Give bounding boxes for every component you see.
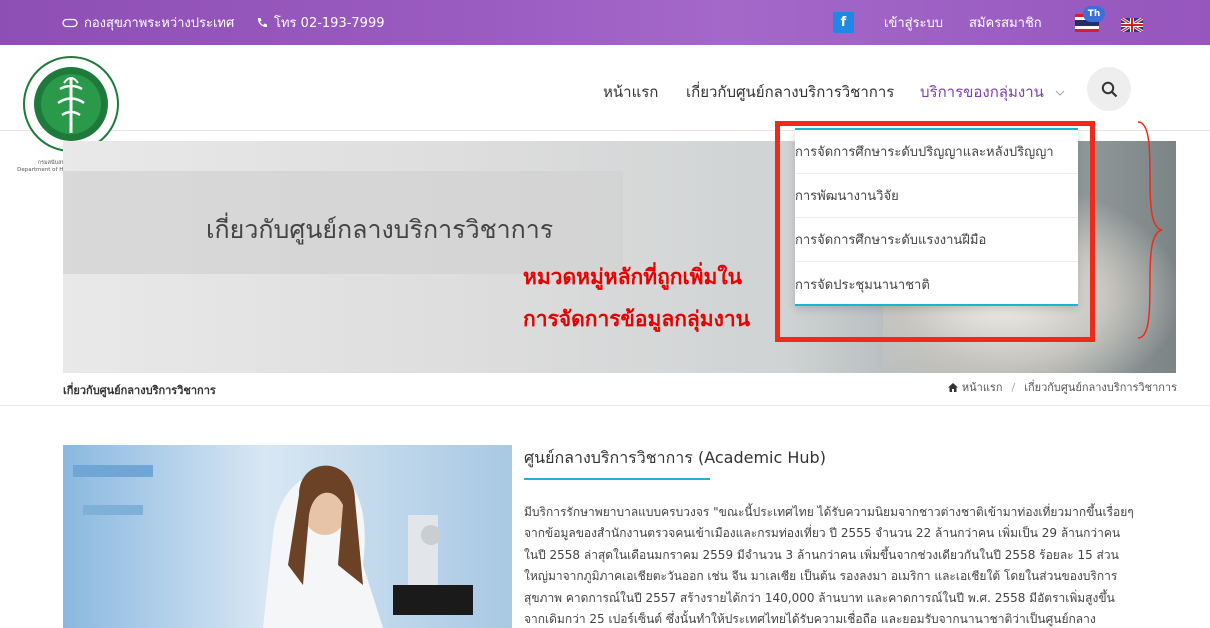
thai-flag-icon[interactable]: Th bbox=[1075, 6, 1105, 32]
top-bar: กองสุขภาพระหว่างประเทศ โทร 02-193-7999 f… bbox=[0, 0, 1210, 45]
home-icon bbox=[62, 18, 78, 27]
annotation-brace bbox=[1137, 121, 1163, 339]
facebook-icon[interactable]: f bbox=[833, 12, 854, 33]
page-heading: เกี่ยวกับศูนย์กลางบริการวิชาการ bbox=[63, 384, 216, 397]
hero-title: เกี่ยวกับศูนย์กลางบริการวิชาการ bbox=[206, 215, 554, 244]
uk-flag-icon[interactable] bbox=[1120, 16, 1144, 34]
phone-number: โทร 02-193-7999 bbox=[274, 16, 385, 31]
section-title: ศูนย์กลางบริการวิชาการ (Academic Hub) bbox=[524, 448, 826, 467]
phone-icon bbox=[257, 17, 267, 27]
body-line: ใหญ่มาจากภูมิภาคเอเชียตะวันออก เช่น จีน … bbox=[524, 569, 1118, 584]
search-button[interactable] bbox=[1087, 67, 1131, 111]
breadcrumb-home[interactable]: หน้าแรก bbox=[962, 378, 1003, 396]
section-underline bbox=[524, 478, 710, 480]
breadcrumb-separator: / bbox=[1011, 380, 1016, 394]
login-link[interactable]: เข้าสู่ระบบ bbox=[884, 0, 943, 45]
body-line: ในปี 2558 ล่าสุดในเดือนมกราคม 2559 มีจำน… bbox=[524, 547, 1119, 562]
lang-badge: Th bbox=[1083, 6, 1105, 22]
divider bbox=[0, 405, 1210, 406]
home-icon bbox=[947, 382, 958, 392]
phone-info: โทร 02-193-7999 bbox=[256, 0, 385, 45]
breadcrumb-current: เกี่ยวกับศูนย์กลางบริการวิชาการ bbox=[1024, 381, 1177, 394]
body-line: สุขภาพ คาดการณ์ในปี 2557 สร้างรายได้กว่า… bbox=[524, 590, 1115, 605]
org-name: กองสุขภาพระหว่างประเทศ bbox=[84, 16, 235, 31]
chevron-down-icon bbox=[1055, 90, 1065, 96]
annotation-line-1: หมวดหมู่หลักที่ถูกเพิ่มใน bbox=[523, 265, 742, 289]
nav-services-label: บริการของกลุ่มงาน bbox=[920, 83, 1044, 101]
annotation-highlight-box bbox=[775, 121, 1095, 342]
body-line: มีบริการรักษาพยาบาลแบบครบวงจร "ขณะนี้ประ… bbox=[524, 505, 1134, 519]
section-body: มีบริการรักษาพยาบาลแบบครบวงจร "ขณะนี้ประ… bbox=[524, 502, 1196, 628]
org-link[interactable]: กองสุขภาพระหว่างประเทศ bbox=[62, 0, 234, 45]
search-icon bbox=[1101, 81, 1117, 97]
nav-about[interactable]: เกี่ยวกับศูนย์กลางบริการวิชาการ bbox=[686, 80, 894, 104]
annotation-line-2: การจัดการข้อมูลกลุ่มงาน bbox=[523, 307, 751, 331]
scientist-photo bbox=[63, 445, 512, 628]
body-line: จากข้อมูลของสำนักงานตรวจคนเข้าเมืองและกร… bbox=[524, 526, 1121, 541]
nav-home[interactable]: หน้าแรก bbox=[603, 80, 658, 104]
breadcrumb: หน้าแรก / เกี่ยวกับศูนย์กลางบริการวิชากา… bbox=[947, 378, 1177, 396]
nav-services[interactable]: บริการของกลุ่มงาน bbox=[920, 80, 1065, 104]
register-link[interactable]: สมัครสมาชิก bbox=[969, 0, 1042, 45]
ministry-logo[interactable] bbox=[22, 55, 120, 153]
body-line: จากเดิมกว่า 25 เปอร์เซ็นต์ ซึ่งนั้นทำให้… bbox=[524, 612, 1096, 627]
